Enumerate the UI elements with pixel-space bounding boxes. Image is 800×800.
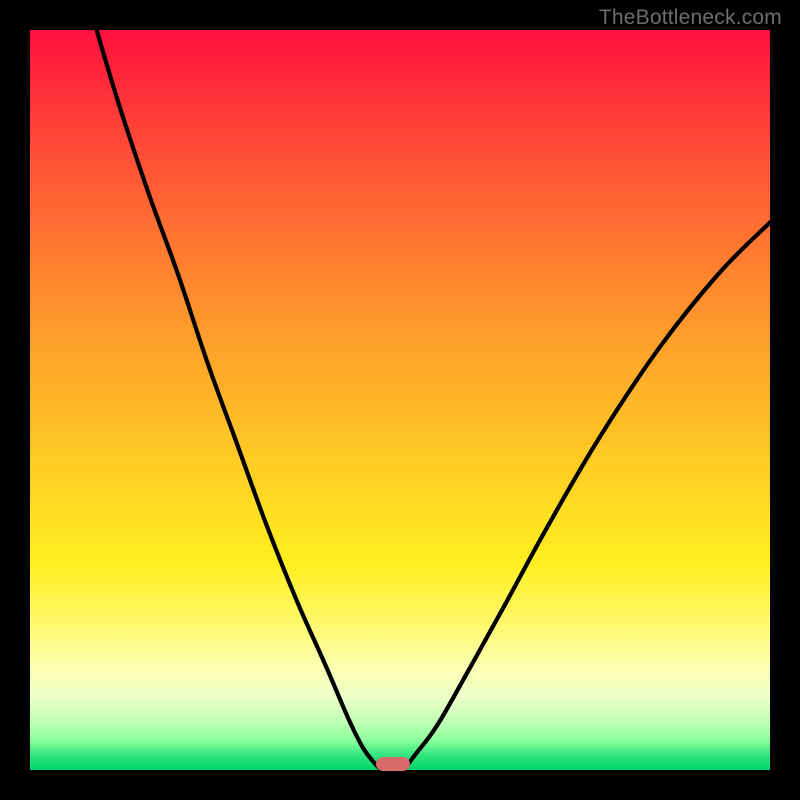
bottleneck-curve	[30, 30, 770, 770]
curve-left-branch	[97, 30, 382, 770]
curve-right-branch	[404, 222, 770, 770]
chart-frame: TheBottleneck.com	[0, 0, 800, 800]
watermark-text: TheBottleneck.com	[599, 6, 782, 30]
plot-area	[30, 30, 770, 770]
optimum-marker	[376, 757, 410, 771]
